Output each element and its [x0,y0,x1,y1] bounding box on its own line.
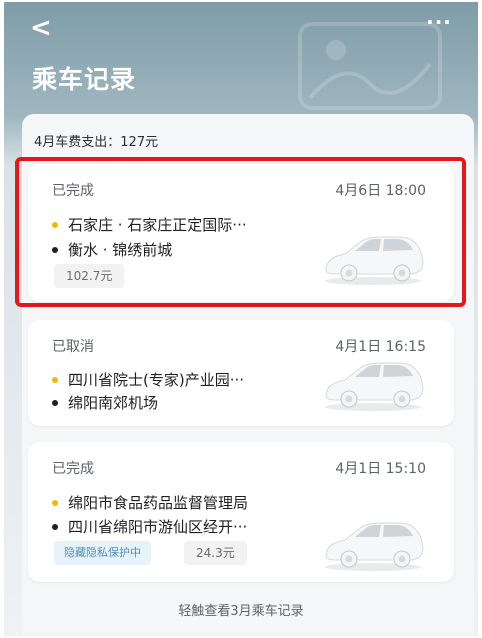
car-icon [325,362,424,411]
trip-end-location: 绵阳南郊机场 [68,394,159,412]
back-button[interactable]: < [30,14,58,42]
start-point-icon [52,221,58,228]
trip-end-row: 四川省绵阳市游仙区经开··· [52,516,247,537]
more-options-button[interactable]: ··· [424,10,454,34]
trip-card[interactable]: 已完成 4月6日 18:00 石家庄 · 石家庄正定国际··· 衡水 · 锦绣前… [28,164,454,302]
trip-start-row: 绵阳市食品药品监督管理局 [52,492,248,513]
start-point-icon [52,376,58,383]
car-icon [325,522,424,571]
app-screen: < ··· 乘车记录 4月车费支出：127元 已完成 4月6日 18:00 石家… [4,2,478,636]
trip-time: 4月1日 16:15 [335,339,426,355]
trip-card[interactable]: 已取消 4月1日 16:15 四川省院士(专家)产业园··· 绵阳南郊机场 [28,320,454,426]
end-point-icon [52,246,58,253]
more-dots-icon: ··· [426,10,452,34]
trip-start-row: 四川省院士(专家)产业园··· [52,369,244,390]
chevron-left-icon: < [30,13,52,43]
trip-end-row: 衡水 · 锦绣前城 [52,239,172,260]
page-title: 乘车记录 [32,65,137,94]
end-point-icon [52,399,58,406]
monthly-expense-summary: 4月车费支出：127元 [34,135,159,150]
car-icon [325,236,424,285]
trip-start-location: 四川省院士(专家)产业园··· [68,371,245,389]
start-point-icon [52,499,58,506]
trip-fare: 24.3元 [184,541,247,565]
trip-start-location: 石家庄 · 石家庄正定国际··· [68,216,247,234]
trip-card[interactable]: 已完成 4月1日 15:10 绵阳市食品药品监督管理局 四川省绵阳市游仙区经开·… [28,442,454,582]
trip-time: 4月6日 18:00 [335,183,426,199]
trip-start-row: 石家庄 · 石家庄正定国际··· [52,214,247,235]
end-point-icon [52,523,58,530]
trip-fare: 102.7元 [54,264,125,288]
trip-time: 4月1日 15:10 [335,461,426,477]
trip-end-location: 四川省绵阳市游仙区经开··· [68,518,248,536]
view-previous-month-link[interactable]: 轻触查看3月乘车记录 [4,600,478,619]
privacy-protection-tag: 隐藏隐私保护中 [54,541,151,565]
trip-status: 已完成 [52,183,94,199]
trip-status: 已完成 [52,461,94,477]
trip-end-location: 衡水 · 锦绣前城 [68,241,173,259]
trip-start-location: 绵阳市食品药品监督管理局 [68,494,249,512]
trip-end-row: 绵阳南郊机场 [52,392,158,413]
trip-status: 已取消 [52,339,94,355]
